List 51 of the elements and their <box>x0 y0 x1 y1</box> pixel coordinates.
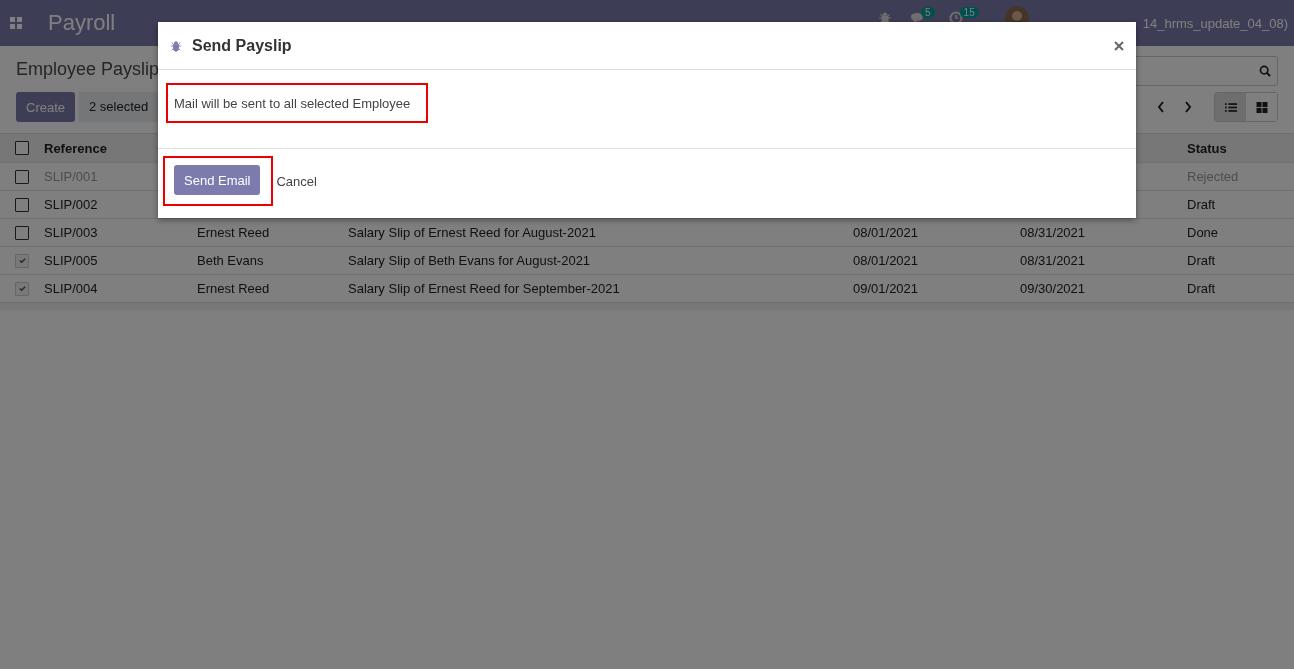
cancel-button[interactable]: Cancel <box>276 173 317 189</box>
row-checkbox[interactable] <box>15 169 29 184</box>
table-cell: 08/01/2021 <box>853 225 919 240</box>
table-cell: Salary Slip of Ernest Reed for September-2021 <box>348 281 620 296</box>
table-cell: SLIP/003 <box>44 225 98 240</box>
create-button[interactable]: Create <box>16 92 76 122</box>
dialog-message: Mail will be sent to all selected Employee <box>174 96 411 111</box>
chat-icon[interactable] <box>910 11 925 25</box>
select-all-checkbox[interactable] <box>15 141 29 155</box>
apps-menu-icon[interactable] <box>10 17 22 29</box>
clock-icon[interactable] <box>948 11 963 25</box>
user-name[interactable]: 14_hrms_update_04_08) <box>1142 15 1288 31</box>
previous-page-icon[interactable] <box>1157 101 1165 113</box>
bug-icon <box>170 39 182 52</box>
table-cell: SLIP/002 <box>44 197 98 212</box>
selection-counter: 2 selected <box>79 92 159 122</box>
table-cell: SLIP/005 <box>44 253 98 268</box>
table-cell: Beth Evans <box>197 253 264 268</box>
list-icon <box>1224 101 1237 113</box>
table-cell: Ernest Reed <box>197 225 270 240</box>
bug-icon[interactable] <box>878 11 893 25</box>
table-cell: Salary Slip of Beth Evans for August-2021 <box>348 253 591 268</box>
table-cell: Draft <box>1187 197 1216 212</box>
table-cell: 09/30/2021 <box>1020 281 1086 296</box>
table-cell: Draft <box>1187 281 1216 296</box>
search-icon[interactable] <box>1259 65 1271 77</box>
table-cell: SLIP/004 <box>44 281 98 296</box>
send-email-button[interactable]: Send Email <box>174 165 261 195</box>
table-cell: 09/01/2021 <box>853 281 919 296</box>
check-icon <box>17 284 27 293</box>
list-view-button[interactable] <box>1215 93 1246 121</box>
check-icon <box>17 256 27 265</box>
table-cell: Done <box>1187 225 1219 240</box>
column-header[interactable]: Reference <box>44 140 107 156</box>
row-checkbox[interactable] <box>15 225 29 240</box>
grid-icon <box>1255 101 1268 113</box>
row-checkbox[interactable] <box>15 197 29 212</box>
close-icon[interactable] <box>1114 40 1124 51</box>
table-cell: 08/31/2021 <box>1020 253 1086 268</box>
table-cell: Salary Slip of Ernest Reed for August-2021 <box>348 225 596 240</box>
chat-count-badge: 5 <box>921 6 935 18</box>
table-cell: 08/31/2021 <box>1020 225 1086 240</box>
page-title: Employee Payslip <box>16 58 160 80</box>
table-cell: Ernest Reed <box>197 281 270 296</box>
activity-count-badge: 15 <box>959 6 979 18</box>
table-cell: Draft <box>1187 253 1216 268</box>
app-name: Payroll <box>48 10 116 36</box>
dialog-title: Send Payslip <box>192 36 292 55</box>
column-header[interactable]: Status <box>1187 140 1227 156</box>
table-cell: 08/01/2021 <box>853 253 919 268</box>
next-page-icon[interactable] <box>1184 101 1192 113</box>
